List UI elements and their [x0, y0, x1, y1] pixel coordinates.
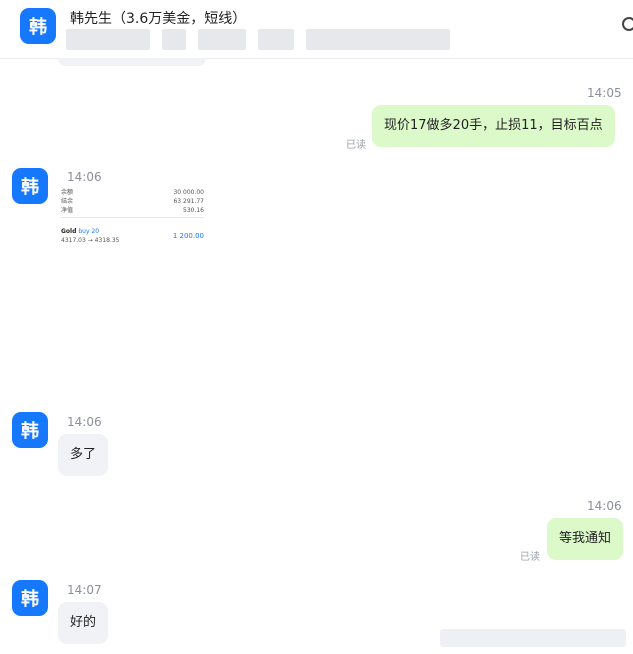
receipt-value: 530.16	[183, 207, 204, 214]
receipt-label: 余额	[61, 189, 74, 196]
receipt-label: 结余	[61, 198, 74, 205]
receipt-profit: 1 200.00	[172, 232, 204, 240]
outgoing-message-bubble[interactable]: 等我通知	[547, 518, 624, 560]
receipt-value: 30 000.00	[173, 189, 204, 196]
incoming-message-bubble[interactable]: 好的	[58, 602, 109, 644]
read-status: 已读	[520, 552, 540, 563]
message-time: 14:05	[587, 86, 622, 100]
redacted-overlay	[440, 629, 626, 647]
contact-avatar[interactable]: 韩	[20, 8, 56, 44]
receipt-label: 净值	[61, 207, 74, 214]
sender-avatar[interactable]: 韩	[12, 580, 48, 616]
message-time: 14:06	[67, 170, 102, 184]
receipt-direction: buy 20	[78, 228, 100, 235]
incoming-message-bubble[interactable]: 多了	[58, 434, 109, 476]
message-time: 14:06	[67, 415, 102, 429]
sender-avatar[interactable]: 韩	[12, 168, 48, 204]
search-icon[interactable]	[622, 17, 633, 31]
trade-receipt-image[interactable]: 余额 30 000.00 结余 63 291.77 净值 530.16 Gold bu…	[58, 187, 206, 245]
chat-header: 韩 韩先生（3.6万美金，短线）	[0, 0, 633, 59]
outgoing-message-bubble[interactable]: 现价17做多20手，止损11，目标百点	[372, 105, 615, 147]
message-time: 14:06	[587, 499, 622, 513]
contact-name: 韩先生（3.6万美金，短线）	[70, 11, 247, 27]
read-status: 已读	[346, 140, 366, 151]
message-time: 14:07	[67, 583, 102, 597]
previous-message-bubble	[58, 58, 206, 66]
receipt-price-line: 4317.03 → 4318.35	[61, 237, 120, 244]
receipt-symbol: Gold	[61, 228, 77, 235]
receipt-value: 63 291.77	[173, 198, 204, 205]
sender-avatar[interactable]: 韩	[12, 412, 48, 448]
receipt-divider	[61, 217, 204, 218]
